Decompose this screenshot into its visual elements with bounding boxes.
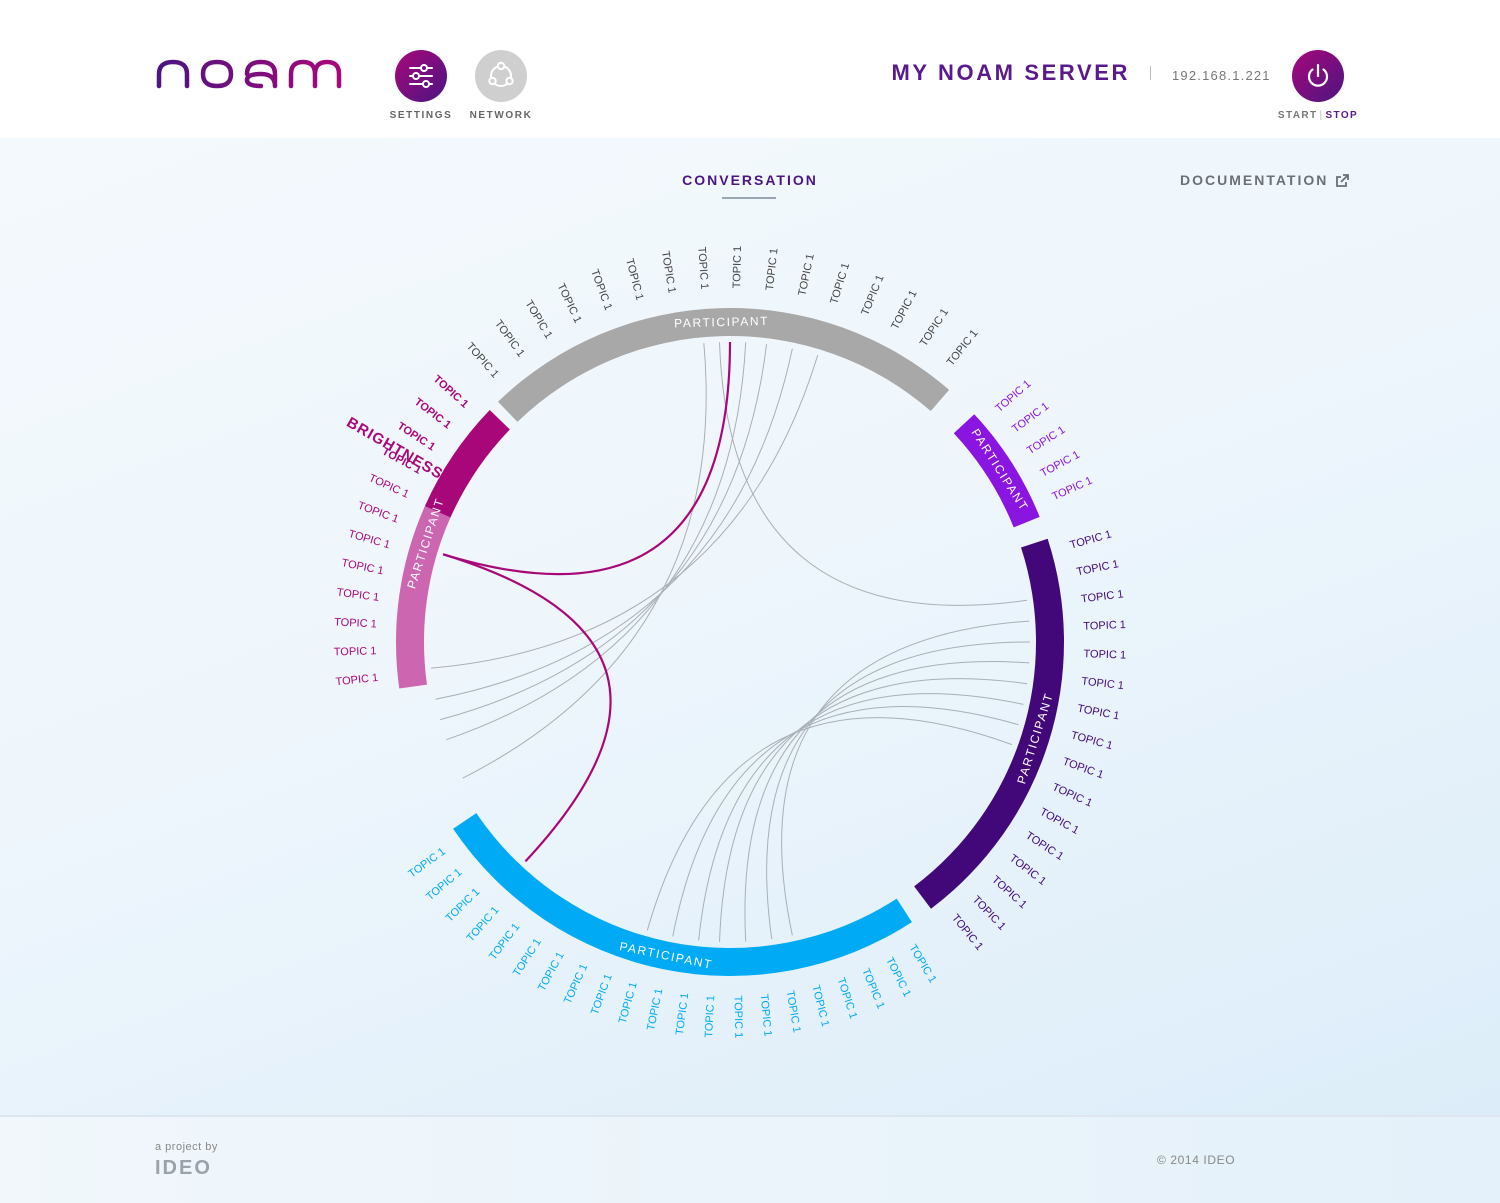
topic-label: TOPIC 1	[340, 557, 384, 577]
chord-line	[431, 354, 819, 669]
topic-label: TOPIC 1	[464, 341, 501, 381]
topic-label: TOPIC 1	[465, 904, 502, 944]
topic-label: TOPIC 1	[859, 273, 886, 317]
participant-label: PARTICIPANT	[674, 314, 769, 330]
topic-label: TOPIC 1	[1076, 703, 1120, 723]
topic-label: TOPIC 1	[487, 921, 522, 962]
topic-label: TOPIC 1	[367, 472, 411, 501]
topic-label: TOPIC 1	[335, 672, 379, 688]
topic-label: TOPIC 1	[555, 281, 584, 325]
topic-label: TOPIC 1	[492, 318, 527, 360]
chord-line	[462, 343, 707, 779]
topic-label: TOPIC 1	[334, 616, 377, 630]
participant-label: PARTICIPANT	[968, 426, 1031, 514]
chord-line	[672, 706, 1019, 937]
topic-label: TOPIC 1	[1039, 449, 1082, 480]
topic-label: TOPIC 1	[731, 995, 744, 1038]
topic-label: TOPIC 1	[1038, 806, 1081, 837]
topic-label: TOPIC 1	[645, 987, 665, 1031]
topic-label: TOPIC 1	[347, 528, 391, 551]
topic-label: TOPIC 1	[784, 990, 803, 1034]
topic-label: TOPIC 1	[356, 500, 400, 526]
topic-label: TOPIC 1	[1080, 588, 1124, 605]
topic-label: TOPIC 1	[589, 972, 615, 1016]
chord-line	[766, 641, 1031, 940]
topic-label: TOPIC 1	[970, 894, 1008, 933]
topic-label: TOPIC 1	[1050, 781, 1094, 809]
topic-label: TOPIC 1	[334, 645, 377, 658]
topic-label: TOPIC 1	[659, 250, 678, 294]
topic-label: TOPIC 1	[431, 373, 471, 410]
topic-label: TOPIC 1	[1076, 558, 1120, 578]
topic-label: TOPIC 1	[883, 955, 913, 998]
topic-label: TOPIC 1	[703, 995, 717, 1038]
conversation-chord-diagram: PARTICIPANTTOPIC 1TOPIC 1TOPIC 1 TOPIC 1T…	[334, 246, 1127, 1039]
footer: a project by IDEO © 2014 IDEO	[0, 1115, 1500, 1203]
topic-label: TOPIC 1	[859, 967, 886, 1011]
topic-label: TOPIC 1	[764, 248, 781, 292]
topic-label: TOPIC 1	[695, 246, 710, 289]
copyright: © 2014 IDEO	[1157, 1153, 1236, 1167]
topic-label: TOPIC 1	[623, 257, 645, 301]
topic-label: TOPIC 1	[336, 587, 380, 604]
topic-label: TOPIC 1	[1023, 830, 1065, 863]
topic-label: TOPIC 1	[828, 261, 852, 305]
topic-label: TOPIC 1	[424, 866, 464, 903]
topic-label: TOPIC 1	[758, 994, 774, 1038]
topic-label: TOPIC 1	[522, 298, 554, 341]
topic-label: TOPIC 1	[1007, 852, 1048, 887]
topic-label: TOPIC 1	[412, 396, 453, 431]
topic-label: TOPIC 1	[536, 950, 567, 993]
topic-label: TOPIC 1	[1061, 756, 1105, 782]
topic-label: TOPIC 1	[989, 874, 1029, 911]
topic-label: TOPIC 1	[1069, 528, 1113, 551]
topic-label: TOPIC 1	[1050, 475, 1094, 503]
chord-line	[781, 620, 1030, 936]
topic-label: TOPIC 1	[1083, 648, 1126, 661]
topic-label: TOPIC 1	[906, 942, 938, 985]
project-by-text: a project by	[155, 1141, 218, 1153]
topic-label: TOPIC 1	[918, 306, 951, 348]
chord-line	[646, 717, 1013, 931]
topic-label: TOPIC 1	[993, 378, 1033, 415]
topic-label: TOPIC 1	[809, 984, 831, 1028]
topic-label: TOPIC 1	[1081, 676, 1125, 693]
topic-label: TOPIC 1	[1083, 619, 1126, 633]
topic-label: TOPIC 1	[444, 886, 483, 924]
topic-label: TOPIC 1	[949, 912, 985, 953]
ideo-logo: IDEO	[155, 1157, 212, 1179]
topic-label: TOPIC 1	[562, 962, 590, 1006]
topic-label: TOPIC 1	[406, 846, 447, 881]
topic-label: TOPIC 1	[674, 992, 691, 1036]
topic-label: TOPIC 1	[945, 327, 981, 368]
topic-label: TOPIC 1	[1010, 400, 1051, 435]
chord-line	[435, 348, 793, 700]
topic-label: TOPIC 1	[889, 288, 919, 331]
chord-line	[744, 661, 1030, 942]
topic-label: TOPIC 1	[1025, 424, 1067, 457]
topic-label: TOPIC 1	[1070, 729, 1114, 752]
topic-label: TOPIC 1	[835, 976, 860, 1020]
chord-highlight	[442, 341, 732, 576]
chord-highlight	[442, 553, 612, 863]
topic-label: TOPIC 1	[731, 246, 744, 289]
topic-label: TOPIC 1	[796, 253, 816, 297]
topic-label: TOPIC 1	[617, 981, 640, 1025]
topic-label: TOPIC 1	[588, 268, 614, 312]
topic-label: TOPIC 1	[511, 936, 544, 978]
